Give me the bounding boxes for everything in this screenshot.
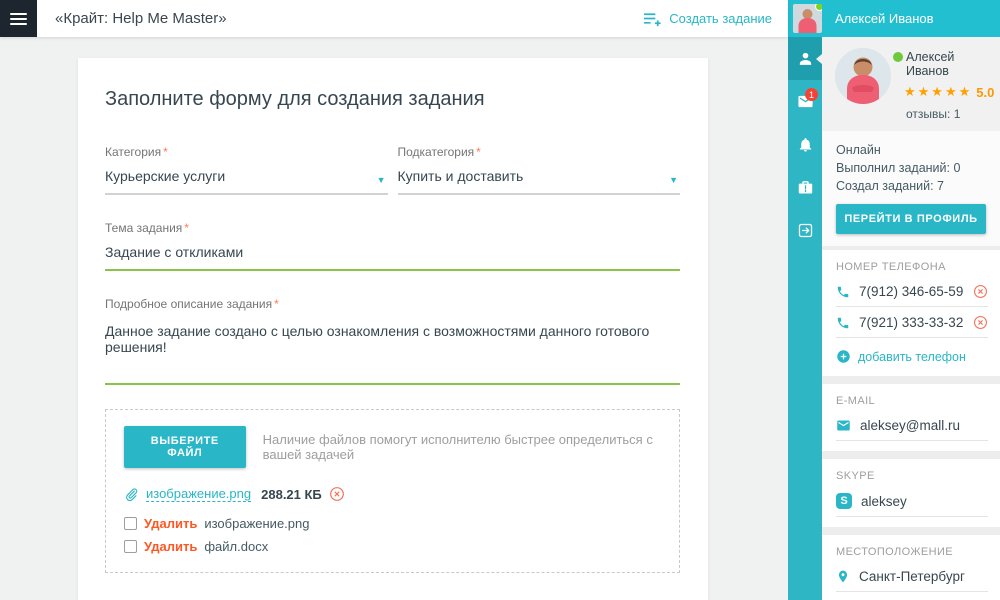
profile-summary: Алексей Иванов ★★★★★ 5.0 отзывы: 1 bbox=[822, 37, 1000, 131]
skype-row: S aleksey bbox=[836, 485, 988, 517]
task-form-card: Заполните форму для создания задания Кат… bbox=[78, 58, 708, 600]
nav-messages-item[interactable]: 1 bbox=[788, 80, 822, 123]
phone-row: 7(912) 346-65-59 bbox=[836, 276, 988, 307]
phone-section-label: НОМЕР ТЕЛЕФОНА bbox=[836, 261, 988, 273]
category-select[interactable]: Категория* Курьерские услуги ▼ bbox=[105, 145, 388, 195]
profile-stats: Онлайн Выполнил заданий: 0 Создал задани… bbox=[822, 131, 1000, 246]
add-phone-button[interactable]: добавить телефон bbox=[836, 349, 988, 366]
delete-file-row: Удалить файл.docx bbox=[124, 539, 661, 554]
delete-action-label[interactable]: Удалить bbox=[144, 516, 197, 531]
location-value[interactable]: Санкт-Петербург bbox=[859, 569, 988, 584]
create-task-label: Создать задание bbox=[669, 11, 772, 26]
description-textarea[interactable]: Данное задание создано с целью ознакомле… bbox=[105, 323, 680, 385]
remove-attachment-icon[interactable] bbox=[329, 486, 345, 502]
profile-sidebar: Алексей Иванов 1 bbox=[788, 0, 1000, 600]
topic-input[interactable]: Задание с откликами bbox=[105, 244, 680, 271]
skype-section: SKYPE S aleksey bbox=[822, 459, 1000, 527]
email-value[interactable]: aleksey@mall.ru bbox=[860, 418, 988, 433]
location-section-label: МЕСТОПОЛОЖЕНИЕ bbox=[836, 546, 988, 558]
sidebar-panel: Алексей Иванов ★★★★★ 5.0 отзывы: 1 Онлай… bbox=[822, 37, 1000, 600]
nav-notifications-item[interactable] bbox=[788, 123, 822, 166]
topic-field[interactable]: Тема задания* Задание с откликами bbox=[105, 221, 680, 271]
paperclip-icon bbox=[124, 487, 139, 502]
phone-icon bbox=[836, 316, 850, 330]
email-row: aleksey@mall.ru bbox=[836, 410, 988, 441]
delete-file-checkbox[interactable] bbox=[124, 517, 137, 530]
subcategory-value[interactable]: Купить и доставить bbox=[398, 168, 681, 195]
topic-label: Тема задания* bbox=[105, 221, 680, 235]
create-task-button[interactable]: Создать задание bbox=[643, 11, 772, 27]
phone-section: НОМЕР ТЕЛЕФОНА 7(912) 346-65-59 bbox=[822, 250, 1000, 376]
skype-value[interactable]: aleksey bbox=[861, 494, 988, 509]
location-row: Санкт-Петербург bbox=[836, 561, 988, 592]
create-task-icon bbox=[643, 11, 662, 27]
app-window: «Крайт: Help Me Master» Создать задание … bbox=[0, 0, 1000, 600]
site-title: «Крайт: Help Me Master» bbox=[55, 10, 227, 27]
add-phone-label: добавить телефон bbox=[858, 350, 966, 364]
subcategory-label: Подкатегория* bbox=[398, 145, 681, 159]
content-area: Заполните форму для создания задания Кат… bbox=[0, 37, 788, 600]
sidebar-user-header[interactable]: Алексей Иванов bbox=[788, 0, 1000, 37]
topbar: «Крайт: Help Me Master» Создать задание bbox=[0, 0, 788, 37]
remove-phone-icon[interactable] bbox=[973, 315, 988, 330]
chevron-down-icon: ▼ bbox=[669, 175, 678, 185]
location-section: МЕСТОПОЛОЖЕНИЕ Санкт-Петербург bbox=[822, 535, 1000, 600]
phone-row: 7(921) 333-33-32 bbox=[836, 307, 988, 338]
attachment-size: 288.21 КБ bbox=[261, 487, 322, 502]
bell-icon bbox=[797, 136, 814, 153]
email-section-label: E-MAIL bbox=[836, 395, 988, 407]
skype-section-label: SKYPE bbox=[836, 470, 988, 482]
delete-file-name: файл.docx bbox=[204, 539, 268, 554]
nav-profile-item[interactable] bbox=[788, 37, 822, 80]
skype-icon: S bbox=[836, 493, 852, 509]
avatar bbox=[793, 4, 822, 33]
file-upload-hint: Наличие файлов помогут исполнителю быстр… bbox=[263, 432, 661, 462]
attachment-link[interactable]: изображение.png bbox=[146, 486, 251, 502]
delete-file-name: изображение.png bbox=[204, 516, 309, 531]
location-pin-icon bbox=[836, 569, 850, 584]
nav-logout-item[interactable] bbox=[788, 209, 822, 252]
description-label: Подробное описание задания* bbox=[105, 297, 680, 311]
nav-tasks-item[interactable] bbox=[788, 166, 822, 209]
category-label: Категория* bbox=[105, 145, 388, 159]
messages-badge: 1 bbox=[805, 88, 818, 101]
chevron-down-icon: ▼ bbox=[377, 175, 386, 185]
subcategory-select[interactable]: Подкатегория* Купить и доставить ▼ bbox=[398, 145, 681, 195]
sidebar-nav-strip: 1 bbox=[788, 37, 822, 600]
profile-name: Алексей Иванов bbox=[906, 50, 994, 78]
briefcase-alert-icon bbox=[797, 179, 814, 196]
phone-number[interactable]: 7(921) 333-33-32 bbox=[859, 315, 964, 330]
reviews-count: отзывы: 1 bbox=[906, 107, 994, 121]
delete-action-label[interactable]: Удалить bbox=[144, 539, 197, 554]
file-upload-box: ВЫБЕРИТЕ ФАЙЛ Наличие файлов помогут исп… bbox=[105, 409, 680, 573]
delete-file-row: Удалить изображение.png bbox=[124, 516, 661, 531]
attachment-row: изображение.png 288.21 КБ bbox=[124, 486, 661, 502]
online-indicator bbox=[893, 52, 903, 62]
completed-tasks-text: Выполнил заданий: 0 bbox=[836, 159, 986, 177]
description-field[interactable]: Подробное описание задания* Данное задан… bbox=[105, 297, 680, 385]
header-user-name: Алексей Иванов bbox=[835, 11, 934, 26]
go-to-profile-button[interactable]: ПЕРЕЙТИ В ПРОФИЛЬ bbox=[836, 204, 986, 234]
envelope-icon bbox=[836, 418, 851, 433]
person-icon bbox=[797, 50, 814, 67]
online-indicator bbox=[815, 4, 822, 11]
plus-circle-icon bbox=[836, 349, 851, 364]
delete-file-checkbox[interactable] bbox=[124, 540, 137, 553]
rating-value: 5.0 bbox=[976, 85, 994, 100]
status-text: Онлайн bbox=[836, 141, 986, 159]
choose-file-button[interactable]: ВЫБЕРИТЕ ФАЙЛ bbox=[124, 426, 246, 468]
category-value[interactable]: Курьерские услуги bbox=[105, 168, 388, 195]
remove-phone-icon[interactable] bbox=[973, 284, 988, 299]
logout-icon bbox=[797, 222, 814, 239]
main-column: «Крайт: Help Me Master» Создать задание … bbox=[0, 0, 788, 600]
avatar bbox=[835, 48, 891, 104]
created-tasks-text: Создал заданий: 7 bbox=[836, 177, 986, 195]
phone-icon bbox=[836, 285, 850, 299]
hamburger-menu-button[interactable] bbox=[0, 0, 37, 37]
rating-stars: ★★★★★ bbox=[904, 84, 972, 100]
form-heading: Заполните форму для создания задания bbox=[105, 88, 680, 111]
email-section: E-MAIL aleksey@mall.ru bbox=[822, 384, 1000, 451]
phone-number[interactable]: 7(912) 346-65-59 bbox=[859, 284, 964, 299]
